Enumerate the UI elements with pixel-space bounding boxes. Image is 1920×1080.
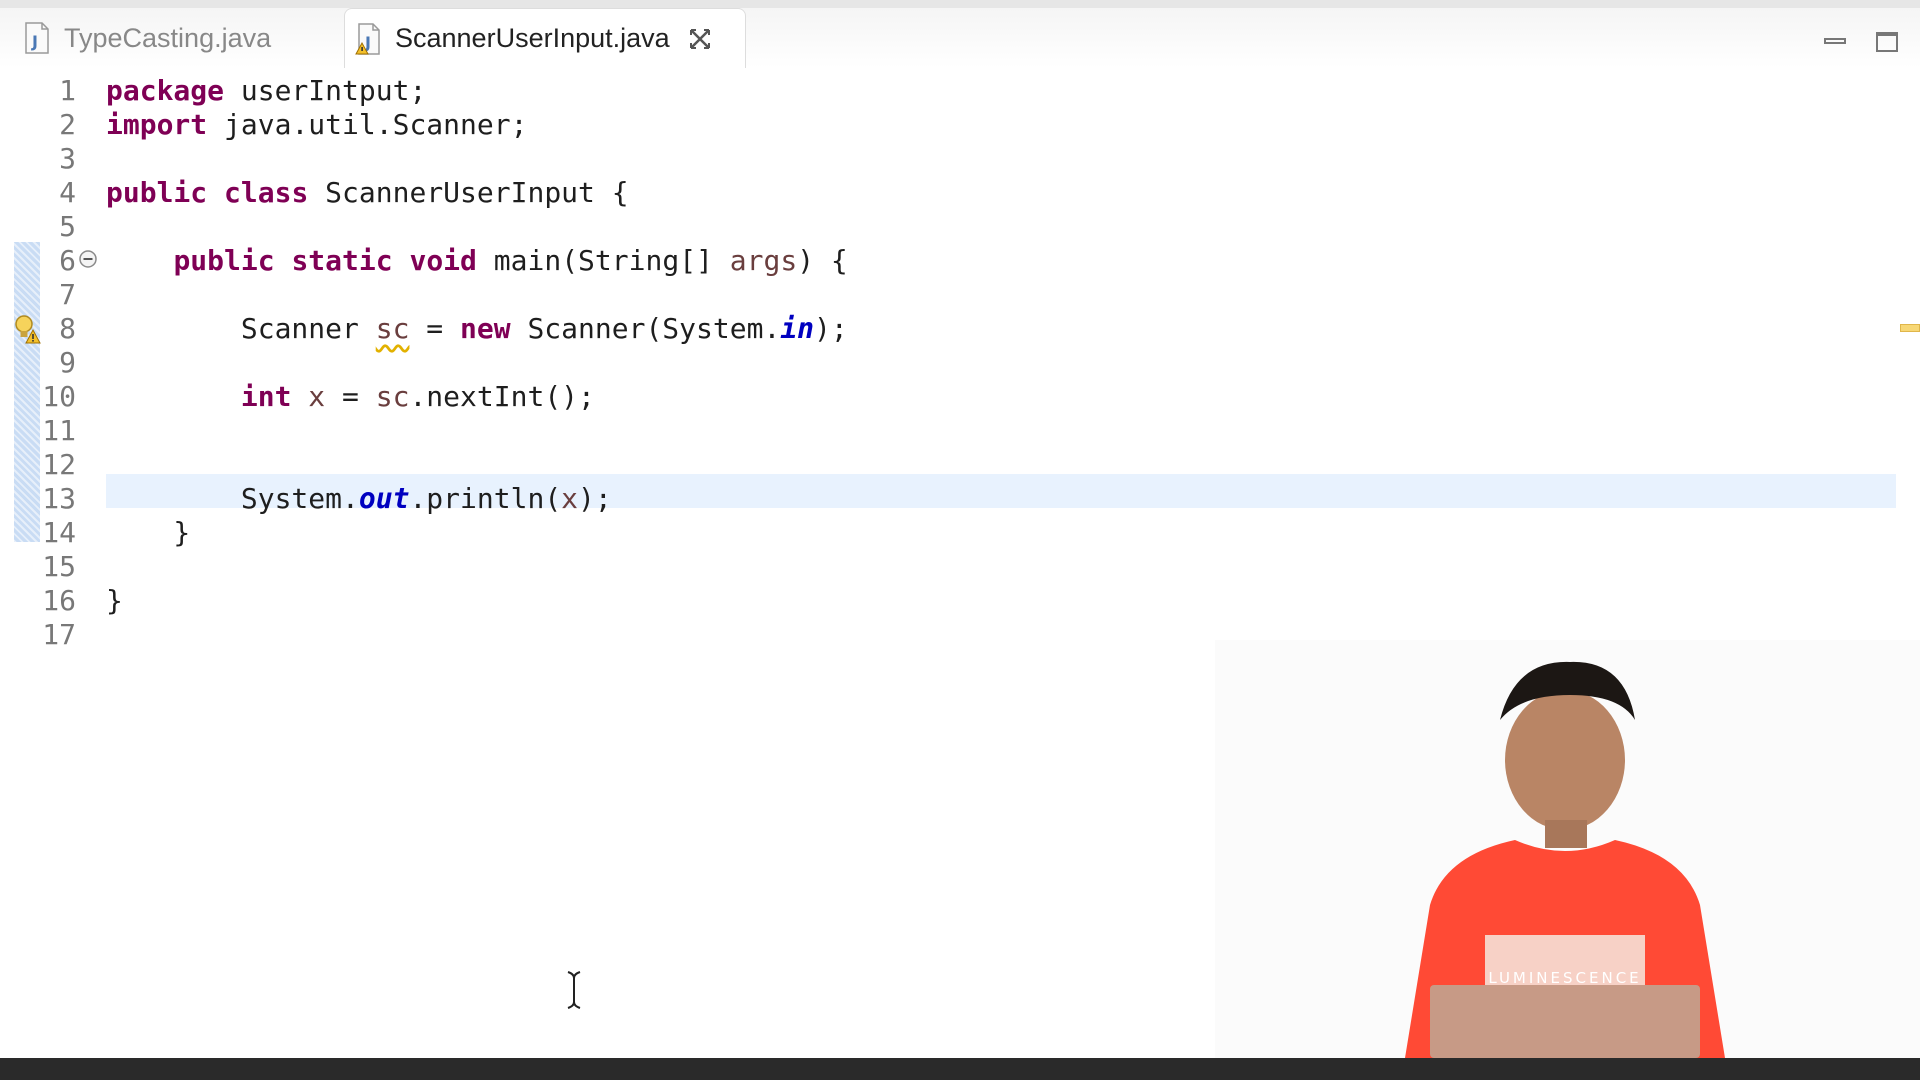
line-number: 11 bbox=[42, 414, 76, 447]
java-file-icon: J bbox=[24, 22, 50, 54]
collapse-icon[interactable] bbox=[78, 249, 98, 269]
code-line-14: } bbox=[106, 516, 191, 549]
close-icon[interactable] bbox=[686, 25, 714, 53]
svg-text:J: J bbox=[31, 32, 38, 51]
line-number: 7 bbox=[59, 278, 76, 311]
lightbulb-warning-icon[interactable] bbox=[12, 313, 44, 345]
code-line-10: int x = sc.nextInt(); bbox=[240, 380, 595, 413]
tab-label: ScannerUserInput.java bbox=[395, 23, 670, 53]
line-number: 5 bbox=[59, 210, 76, 243]
line-number: 10 bbox=[42, 380, 76, 413]
tab-scanneruserinput[interactable]: J ScannerUserInput.java bbox=[344, 8, 746, 68]
line-number: 2 bbox=[59, 108, 76, 141]
line-number: 3 bbox=[59, 142, 76, 175]
line-number: 14 bbox=[42, 516, 76, 549]
code-line-16: } bbox=[106, 584, 123, 617]
video-bottom-band bbox=[0, 1058, 1920, 1080]
line-number: 9 bbox=[59, 346, 76, 379]
line-number: 16 bbox=[42, 584, 76, 617]
tab-typecasting[interactable]: J TypeCasting.java bbox=[14, 8, 344, 68]
code-line-13: System.out.println(x); bbox=[106, 482, 612, 515]
presenter-video: LUMINESCENCE bbox=[1215, 640, 1920, 1058]
java-file-warning-icon: J bbox=[355, 22, 381, 55]
unused-resource-warning: sc bbox=[375, 312, 410, 345]
ibeam-cursor-icon bbox=[564, 970, 584, 1014]
maximize-icon[interactable] bbox=[1874, 30, 1900, 54]
code-line-8: Scanner sc = new Scanner(System.in); bbox=[106, 312, 848, 345]
editor-tab-bar: J TypeCasting.java J ScannerUserInput.ja… bbox=[0, 8, 1920, 68]
line-number: 15 bbox=[42, 550, 76, 583]
code-line-2: import java.util.Scanner; bbox=[106, 108, 528, 141]
minimize-icon[interactable] bbox=[1822, 30, 1848, 54]
code-line-6: public static void main(String[] args) { bbox=[173, 244, 848, 277]
line-number: 6 bbox=[59, 244, 76, 277]
line-number: 13 bbox=[42, 482, 76, 515]
line-number: 1 bbox=[59, 74, 76, 107]
overview-ruler-warning[interactable] bbox=[1900, 324, 1920, 332]
line-number: 17 bbox=[42, 618, 76, 651]
line-number: 4 bbox=[59, 176, 76, 209]
line-number: 8 bbox=[59, 312, 76, 345]
tab-label: TypeCasting.java bbox=[64, 22, 272, 53]
line-number: 12 bbox=[42, 448, 76, 481]
code-line-1: package userIntput; bbox=[106, 74, 427, 107]
shirt-text: LUMINESCENCE bbox=[1488, 969, 1641, 987]
view-controls bbox=[1822, 30, 1900, 54]
code-line-4: public class ScannerUserInput { bbox=[106, 176, 629, 209]
